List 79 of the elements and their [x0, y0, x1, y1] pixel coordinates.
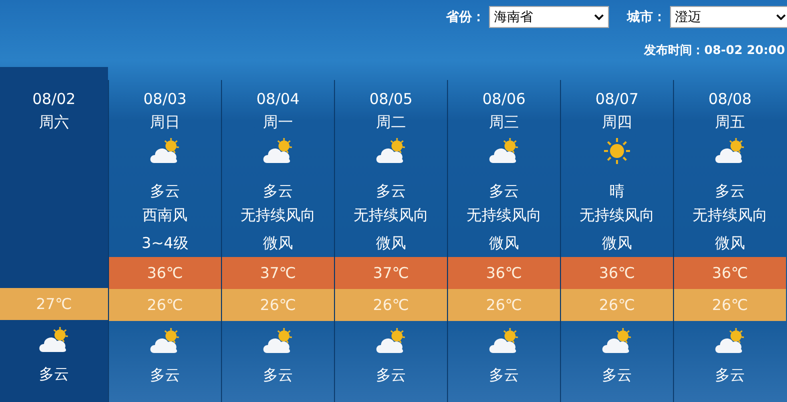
weekday: 周二: [375, 112, 407, 132]
weather-text: 多云: [714, 181, 746, 201]
date: 08/08: [707, 89, 753, 108]
wind-direction: 无持续风向: [578, 204, 656, 226]
wind-direction: 西南风: [142, 204, 188, 226]
night-weather-text: 多云: [601, 364, 633, 386]
partly-cloudy-icon: [374, 137, 408, 165]
weather-text: 多云: [149, 181, 181, 201]
high-temperature: 36℃: [448, 257, 560, 289]
day-column[interactable]: 08/03 周日 多云 西南风 3~4级 36℃ 26℃ 多云: [108, 80, 221, 402]
partly-cloudy-icon: [374, 327, 408, 355]
weekday: 周六: [38, 112, 70, 132]
weekday: 周四: [601, 112, 633, 132]
weekday: 周五: [714, 112, 746, 132]
low-temperature: 26℃: [222, 289, 334, 321]
day-column[interactable]: 08/02 周六 27℃ 多云: [0, 67, 108, 402]
partly-cloudy-icon: [261, 327, 295, 355]
weather-text: 多云: [375, 181, 407, 201]
caret-icon: [594, 14, 604, 20]
city-select[interactable]: 澄迈: [670, 6, 787, 28]
low-temperature: 26℃: [561, 289, 673, 321]
weather-text: 多云: [262, 181, 294, 201]
date: 08/07: [594, 89, 640, 108]
province-select[interactable]: 海南省: [489, 6, 609, 28]
high-temperature: 36℃: [674, 257, 786, 289]
day-column[interactable]: 08/05 周二 多云 无持续风向 微风 37℃ 26℃ 多云: [334, 80, 447, 402]
wind-direction: 无持续风向: [240, 204, 316, 226]
date: 08/02: [31, 89, 77, 108]
low-temperature: 26℃: [448, 289, 560, 321]
wind-level: 微风: [601, 232, 633, 254]
wind-direction: 无持续风向: [466, 204, 542, 226]
caret-icon: [776, 14, 786, 20]
low-temperature: 26℃: [109, 289, 221, 321]
date: 08/05: [368, 89, 414, 108]
wind-level: 微风: [488, 232, 520, 254]
wind-level: 微风: [262, 232, 294, 254]
partly-cloudy-icon: [261, 137, 295, 165]
day-column[interactable]: 08/06 周三 多云 无持续风向 微风 36℃ 26℃ 多云: [447, 80, 560, 402]
day-column[interactable]: 08/08 周五 多云 无持续风向 微风 36℃ 26℃ 多云: [673, 80, 786, 402]
high-temperature: 37℃: [335, 257, 447, 289]
partly-cloudy-icon: [713, 137, 747, 165]
day-column[interactable]: 08/04 周一 多云 无持续风向 微风 37℃ 26℃ 多云: [221, 80, 334, 402]
city-label: 城市：: [627, 8, 666, 26]
sun-icon: [601, 135, 633, 167]
partly-cloudy-icon: [37, 326, 71, 354]
wind-direction: 无持续风向: [352, 204, 430, 226]
weather-text: 多云: [488, 181, 520, 201]
night-weather-text: 多云: [149, 364, 181, 386]
weekday: 周三: [488, 112, 520, 132]
wind-level: 微风: [714, 232, 746, 254]
high-temperature: 37℃: [222, 257, 334, 289]
night-weather-text: 多云: [262, 364, 294, 386]
partly-cloudy-icon: [148, 327, 182, 355]
low-temperature: 26℃: [335, 289, 447, 321]
weather-text: 晴: [608, 181, 626, 201]
date: 08/06: [481, 89, 527, 108]
night-weather-text: 多云: [38, 364, 70, 384]
night-weather-text: 多云: [375, 364, 407, 386]
wind-level: 3~4级: [140, 232, 190, 254]
partly-cloudy-icon: [713, 327, 747, 355]
wind-level: 微风: [375, 232, 407, 254]
date: 08/04: [255, 89, 301, 108]
partly-cloudy-icon: [600, 327, 634, 355]
wind-direction: 无持续风向: [692, 204, 768, 226]
low-temperature: 26℃: [674, 289, 786, 321]
day-column[interactable]: 08/07 周四 晴 无持续风向 微风 36℃ 26℃ 多云: [560, 80, 673, 402]
weekday: 周日: [149, 112, 181, 132]
low-temperature: 27℃: [0, 288, 108, 320]
high-temperature: 36℃: [561, 257, 673, 289]
weekday: 周一: [262, 112, 294, 132]
partly-cloudy-icon: [148, 137, 182, 165]
publish-time: 发布时间：08-02 20:00: [644, 42, 785, 59]
partly-cloudy-icon: [487, 137, 521, 165]
date: 08/03: [142, 89, 188, 108]
night-weather-text: 多云: [488, 364, 520, 386]
partly-cloudy-icon: [487, 327, 521, 355]
high-temperature: 36℃: [109, 257, 221, 289]
night-weather-text: 多云: [714, 364, 746, 386]
province-label: 省份：: [446, 9, 485, 26]
